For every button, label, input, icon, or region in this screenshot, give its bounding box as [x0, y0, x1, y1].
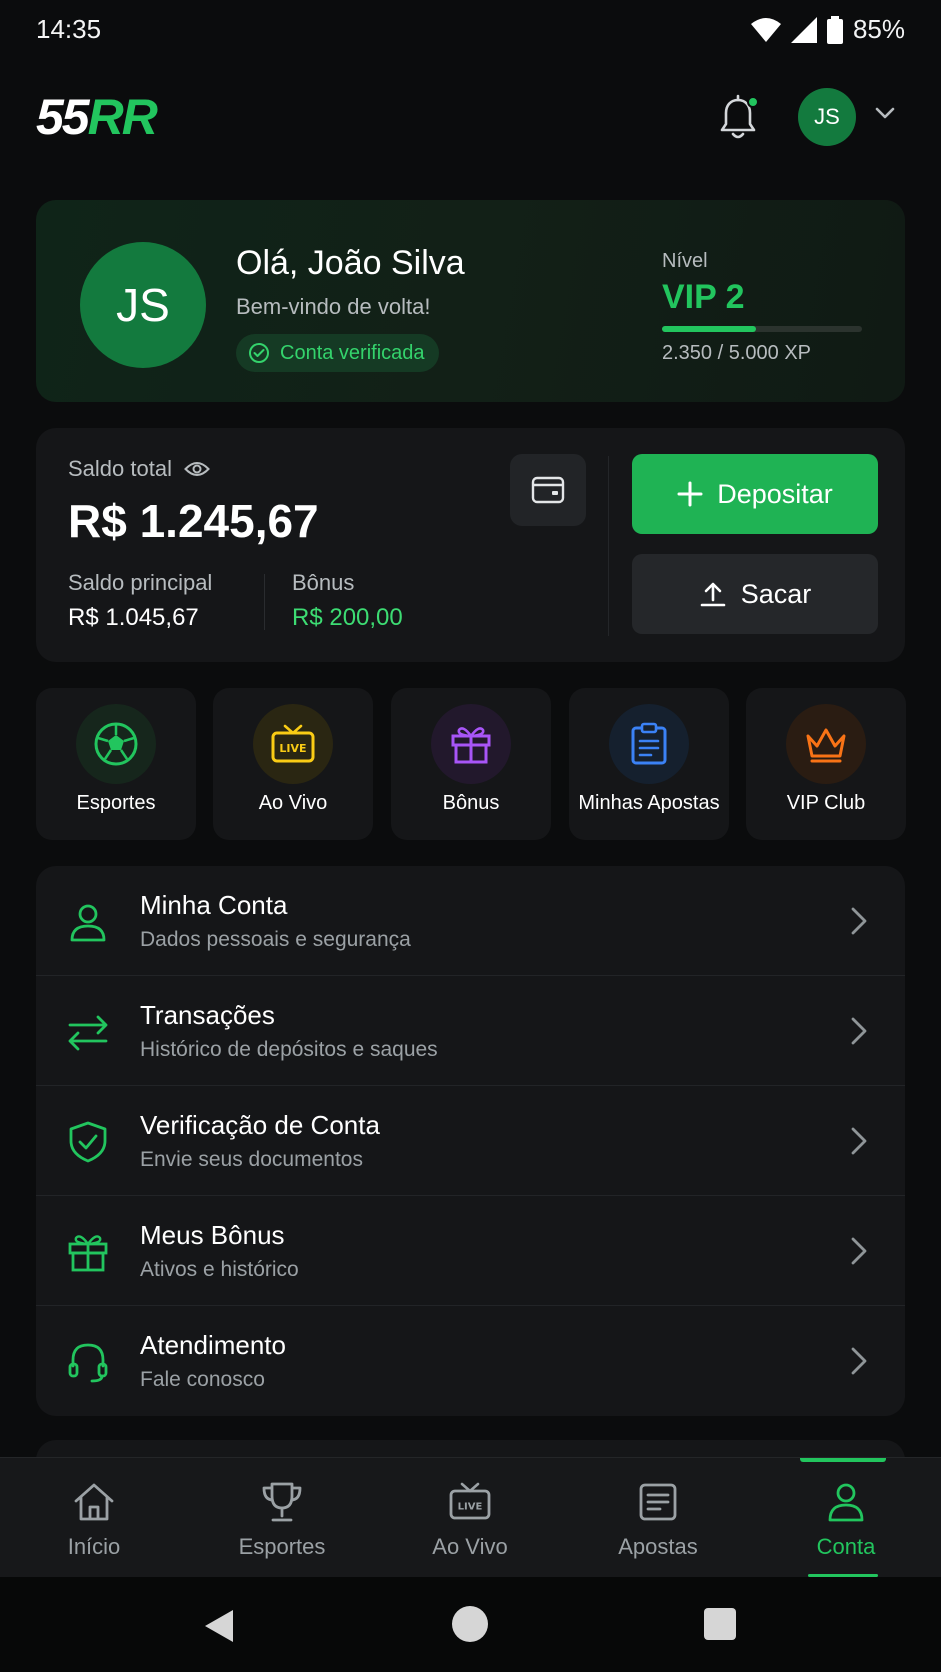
chevron-right-icon	[851, 1017, 867, 1045]
quick-action-vip-club[interactable]: VIP Club	[746, 688, 906, 840]
eye-icon[interactable]	[184, 459, 210, 479]
wifi-icon	[750, 17, 781, 42]
betslip-icon	[639, 1483, 677, 1521]
bonus-balance-value: R$ 200,00	[292, 604, 403, 631]
svg-text:LIVE: LIVE	[279, 742, 306, 755]
bottom-navigation: Início Esportes LIVE Ao Vivo Apostas Con…	[0, 1457, 941, 1577]
back-icon[interactable]	[203, 1608, 235, 1644]
balance-divider	[264, 574, 265, 630]
xp-progress-bar	[662, 326, 862, 332]
quick-action-minhas-apostas[interactable]: Minhas Apostas	[569, 688, 729, 840]
total-balance-value: R$ 1.245,67	[68, 495, 319, 547]
active-tab-indicator	[800, 1458, 886, 1462]
chevron-down-icon[interactable]	[874, 106, 896, 120]
profile-greeting: Olá, João Silva	[236, 244, 465, 282]
nav-item-esportes[interactable]: Esportes	[188, 1458, 376, 1578]
brand-logo[interactable]: 55RR	[36, 92, 158, 142]
battery-icon	[826, 15, 843, 44]
level-value: VIP 2	[662, 278, 745, 316]
main-balance-value: R$ 1.045,67	[68, 604, 199, 631]
wallet-icon	[531, 476, 565, 504]
user-icon	[70, 904, 106, 942]
wallet-button[interactable]	[510, 454, 586, 526]
xp-progress-fill	[662, 326, 756, 332]
profile-subtitle: Bem-vindo de volta!	[236, 294, 431, 319]
deposit-button[interactable]: Depositar	[632, 454, 878, 534]
upload-icon	[700, 582, 726, 607]
transfer-arrows-icon	[68, 1015, 108, 1051]
recents-button[interactable]	[704, 1608, 736, 1640]
withdraw-button[interactable]: Sacar	[632, 554, 878, 634]
svg-text:LIVE: LIVE	[458, 1502, 483, 1513]
nav-item-ao-vivo[interactable]: LIVE Ao Vivo	[376, 1458, 564, 1578]
chevron-right-icon	[851, 1127, 867, 1155]
crown-icon	[806, 728, 846, 763]
plus-icon	[677, 481, 703, 507]
verified-label: Conta verificada	[280, 341, 425, 364]
live-tv-icon: LIVE	[449, 1482, 491, 1520]
menu-item-meus-bonus[interactable]: Meus Bônus Ativos e histórico	[36, 1196, 905, 1306]
chevron-right-icon	[851, 907, 867, 935]
profile-avatar[interactable]: JS	[80, 242, 206, 368]
level-label: Nível	[662, 250, 708, 272]
chevron-right-icon	[851, 1237, 867, 1265]
gift-icon	[68, 1235, 108, 1272]
bonus-balance-label: Bônus	[292, 570, 355, 595]
shield-check-icon	[69, 1121, 107, 1163]
total-balance-label: Saldo total	[68, 456, 210, 482]
status-time: 14:35	[36, 14, 102, 44]
menu-item-transacoes[interactable]: Transações Histórico de depósitos e saqu…	[36, 976, 905, 1086]
account-menu: Minha Conta Dados pessoais e segurança T…	[36, 866, 905, 1416]
balance-vertical-divider	[608, 456, 609, 636]
header-avatar[interactable]: JS	[798, 88, 856, 146]
quick-action-bonus[interactable]: Bônus	[391, 688, 551, 840]
menu-item-atendimento[interactable]: Atendimento Fale conosco	[36, 1306, 905, 1416]
check-circle-icon	[249, 343, 269, 363]
home-button[interactable]	[452, 1606, 488, 1642]
notification-dot	[747, 96, 759, 108]
live-tv-icon: LIVE	[271, 724, 315, 763]
quick-action-esportes[interactable]: Esportes	[36, 688, 196, 840]
home-icon	[74, 1483, 114, 1521]
menu-item-verificacao[interactable]: Verificação de Conta Envie seus document…	[36, 1086, 905, 1196]
quick-action-ao-vivo[interactable]: LIVE Ao Vivo	[213, 688, 373, 840]
clipboard-icon	[631, 722, 667, 765]
menu-item-minha-conta[interactable]: Minha Conta Dados pessoais e segurança	[36, 866, 905, 976]
user-icon	[828, 1483, 864, 1522]
chevron-right-icon	[851, 1347, 867, 1375]
nav-item-conta[interactable]: Conta	[752, 1458, 940, 1578]
signal-icon	[790, 16, 817, 43]
status-icons: 85%	[750, 14, 905, 45]
headset-icon	[68, 1343, 108, 1383]
xp-text: 2.350 / 5.000 XP	[662, 342, 812, 364]
nav-item-inicio[interactable]: Início	[0, 1458, 188, 1578]
trophy-icon	[262, 1482, 302, 1522]
nav-item-apostas[interactable]: Apostas	[564, 1458, 752, 1578]
battery-percent: 85%	[852, 14, 905, 44]
verified-badge: Conta verificada	[236, 334, 439, 372]
soccer-ball-icon	[94, 722, 138, 766]
gift-icon	[451, 727, 491, 764]
main-balance-label: Saldo principal	[68, 570, 213, 595]
